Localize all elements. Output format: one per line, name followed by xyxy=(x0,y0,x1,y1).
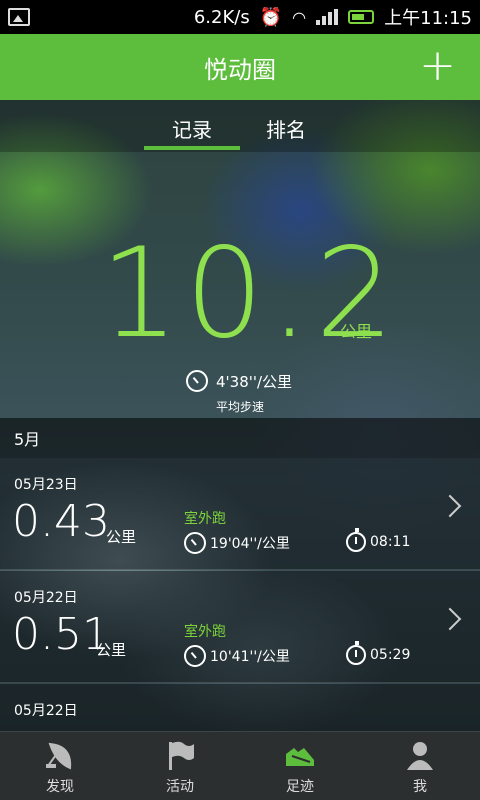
record-pace-value: 10'41''/公里 xyxy=(210,649,290,665)
month-header: 5月 xyxy=(0,418,480,458)
record-duration-value: 08:11 xyxy=(370,534,411,550)
person-icon xyxy=(407,742,433,770)
record-date: 05月23日 xyxy=(14,477,78,493)
list-item[interactable]: 05月23日 0.43 公里 室外跑 19'04''/公里 08:11 xyxy=(0,458,480,570)
speedometer-icon xyxy=(186,370,208,392)
network-speed: 6.2K/s xyxy=(193,6,250,28)
total-distance: 10.2 xyxy=(100,222,401,366)
record-duration-value: 05:29 xyxy=(370,647,411,663)
record-distance-unit: 公里 xyxy=(106,528,137,546)
tab-ranking[interactable]: 排名 xyxy=(266,114,306,143)
nav-footprint[interactable]: 足迹 xyxy=(240,732,360,800)
average-pace-value: 4'38''/公里 xyxy=(216,372,293,391)
record-date: 05月22日 xyxy=(14,590,78,606)
record-distance-unit: 公里 xyxy=(96,641,127,659)
stopwatch-icon xyxy=(346,641,366,665)
list-item[interactable]: 05月22日 xyxy=(0,684,480,732)
plus-icon[interactable]: + xyxy=(419,44,456,88)
average-pace-label: 平均步速 xyxy=(216,400,265,414)
shoe-icon xyxy=(286,748,314,766)
record-pace: 19'04''/公里 xyxy=(184,532,290,554)
satellite-dish-icon xyxy=(46,742,72,770)
tab-records[interactable]: 记录 xyxy=(172,114,212,143)
page-title: 悦动圈 xyxy=(204,55,276,84)
wifi-icon: ◠ xyxy=(292,7,307,27)
clock-time: 上午11:15 xyxy=(384,8,472,29)
tab-bar: 记录 排名 xyxy=(0,100,480,152)
record-date: 05月22日 xyxy=(14,703,78,719)
chevron-right-icon xyxy=(438,607,462,631)
list-item[interactable]: 05月22日 0.51 公里 室外跑 10'41''/公里 05:29 xyxy=(0,571,480,683)
stopwatch-icon xyxy=(346,528,366,552)
nav-me[interactable]: 我 xyxy=(360,732,480,800)
nav-label: 足迹 xyxy=(286,779,314,795)
average-pace: 4'38''/公里 xyxy=(186,370,292,392)
active-tab-indicator xyxy=(144,146,240,150)
speedometer-icon xyxy=(184,532,206,554)
total-distance-unit: 公里 xyxy=(340,322,373,341)
nav-label: 活动 xyxy=(166,779,194,795)
record-duration: 05:29 xyxy=(346,641,411,665)
app-bar: 悦动圈 + xyxy=(0,34,480,100)
nav-discover[interactable]: 发现 xyxy=(0,732,120,800)
nav-activity[interactable]: 活动 xyxy=(120,732,240,800)
record-distance: 0.43 xyxy=(12,496,110,547)
record-pace-value: 19'04''/公里 xyxy=(210,536,290,552)
signal-icon xyxy=(316,9,339,25)
record-pace: 10'41''/公里 xyxy=(184,645,290,667)
flag-icon xyxy=(169,741,194,770)
bottom-navigation: 发现 活动 足迹 我 xyxy=(0,732,480,800)
status-bar: 6.2K/s ⏰ ◠ 上午11:15 xyxy=(0,0,480,34)
alarm-icon: ⏰ xyxy=(259,6,283,28)
record-type: 室外跑 xyxy=(184,624,226,640)
record-duration: 08:11 xyxy=(346,528,411,552)
record-type: 室外跑 xyxy=(184,511,226,527)
chevron-right-icon xyxy=(438,494,462,518)
image-notification-icon xyxy=(8,8,30,26)
battery-icon xyxy=(348,10,375,24)
nav-label: 我 xyxy=(413,779,427,795)
speedometer-icon xyxy=(184,645,206,667)
nav-label: 发现 xyxy=(46,779,74,795)
